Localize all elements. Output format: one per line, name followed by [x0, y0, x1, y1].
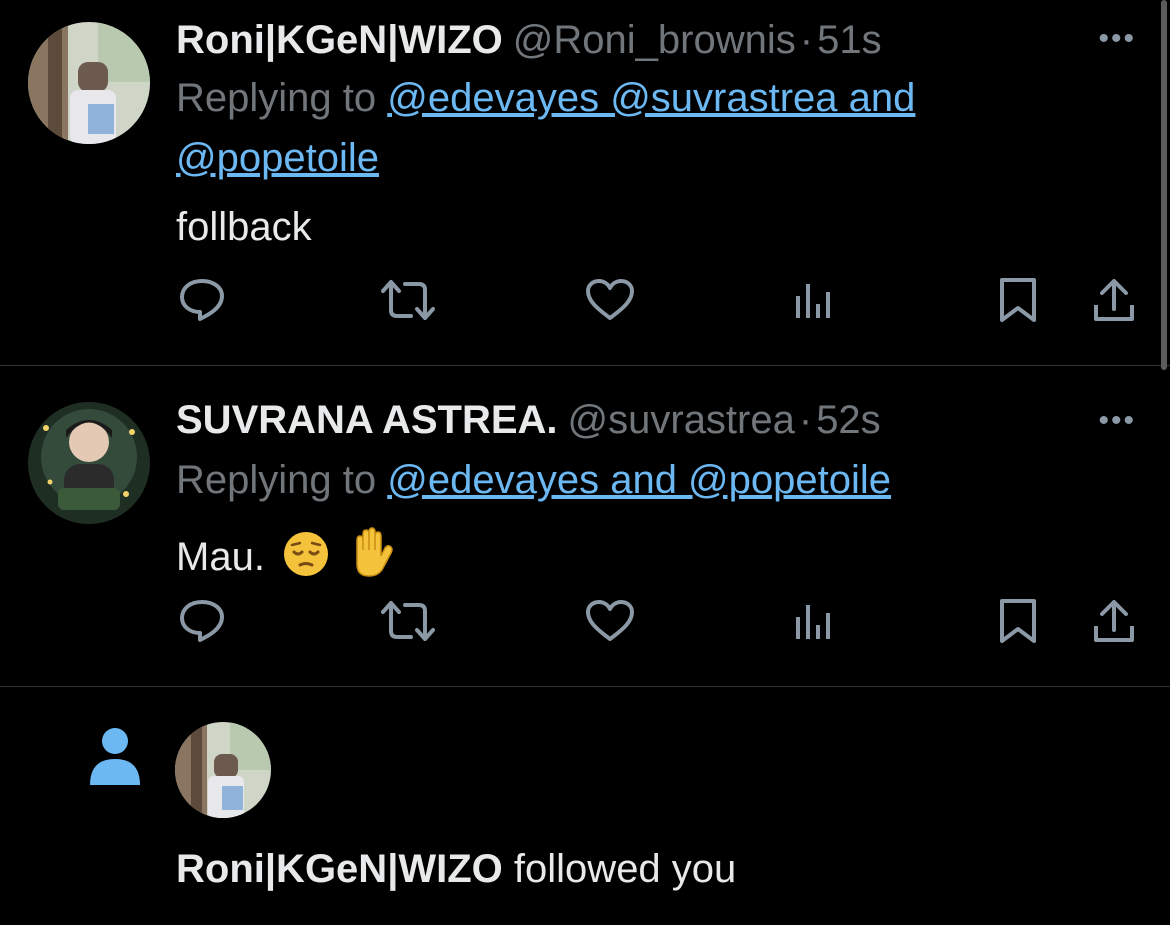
scrollbar[interactable] [1161, 0, 1167, 370]
replying-to: Replying to @edevayes @suvrastrea and @p… [176, 68, 996, 188]
reply-icon[interactable] [172, 596, 232, 646]
more-options-icon[interactable]: ••• [1098, 22, 1136, 56]
separator: · [799, 18, 814, 62]
views-icon[interactable] [784, 275, 844, 325]
notification-text: Roni|KGeN|WIZO followed you [176, 845, 736, 893]
tweet-1[interactable]: Roni|KGeN|WIZO @Roni_brownis · 51s ••• Repl… [0, 0, 1170, 365]
timestamp[interactable]: 51s [817, 18, 882, 62]
tweet-header: SUVRANA ASTREA. @suvrastrea · 52s [176, 396, 881, 444]
replying-prefix: Replying to [176, 458, 377, 502]
mention-links[interactable]: @edevayes @suvrastrea and [387, 76, 915, 120]
more-options-icon[interactable]: ••• [1098, 404, 1136, 438]
person-icon [88, 727, 142, 792]
notification-action: followed you [513, 847, 737, 891]
raised-hand-icon [347, 526, 395, 589]
replying-to: Replying to @edevayes and @popetoile [176, 450, 996, 510]
retweet-icon[interactable] [378, 275, 438, 325]
tweet-actions [0, 596, 1170, 646]
timestamp[interactable]: 52s [816, 398, 881, 442]
share-icon[interactable] [1084, 275, 1144, 325]
tweet-text: Mau. [176, 535, 265, 579]
tweet-2[interactable]: SUVRANA ASTREA. @suvrastrea · 52s ••• Reply… [0, 366, 1170, 686]
tweet-text-row: Mau. [176, 526, 395, 589]
display-name[interactable]: SUVRANA ASTREA. [176, 398, 558, 442]
mention-links[interactable]: @edevayes and @popetoile [387, 458, 891, 502]
user-handle[interactable]: @suvrastrea [568, 398, 795, 442]
follower-name[interactable]: Roni|KGeN|WIZO [176, 847, 503, 891]
mention-link[interactable]: @popetoile [176, 136, 379, 180]
like-icon[interactable] [580, 596, 640, 646]
avatar[interactable] [28, 22, 150, 144]
pensive-face-icon [282, 530, 330, 589]
tweet-actions [0, 275, 1170, 325]
views-icon[interactable] [784, 596, 844, 646]
display-name[interactable]: Roni|KGeN|WIZO [176, 18, 503, 62]
like-icon[interactable] [580, 275, 640, 325]
bookmark-icon[interactable] [988, 275, 1048, 325]
separator: · [798, 398, 813, 442]
avatar[interactable] [175, 722, 271, 818]
share-icon[interactable] [1084, 596, 1144, 646]
reply-icon[interactable] [172, 275, 232, 325]
avatar[interactable] [28, 402, 150, 524]
bookmark-icon[interactable] [988, 596, 1048, 646]
replying-prefix: Replying to [176, 76, 377, 120]
tweet-text: follback [176, 205, 312, 249]
tweet-header: Roni|KGeN|WIZO @Roni_brownis · 51s [176, 16, 882, 64]
retweet-icon[interactable] [378, 596, 438, 646]
follow-notification[interactable]: Roni|KGeN|WIZO followed you [0, 687, 1170, 925]
user-handle[interactable]: @Roni_brownis [513, 18, 796, 62]
